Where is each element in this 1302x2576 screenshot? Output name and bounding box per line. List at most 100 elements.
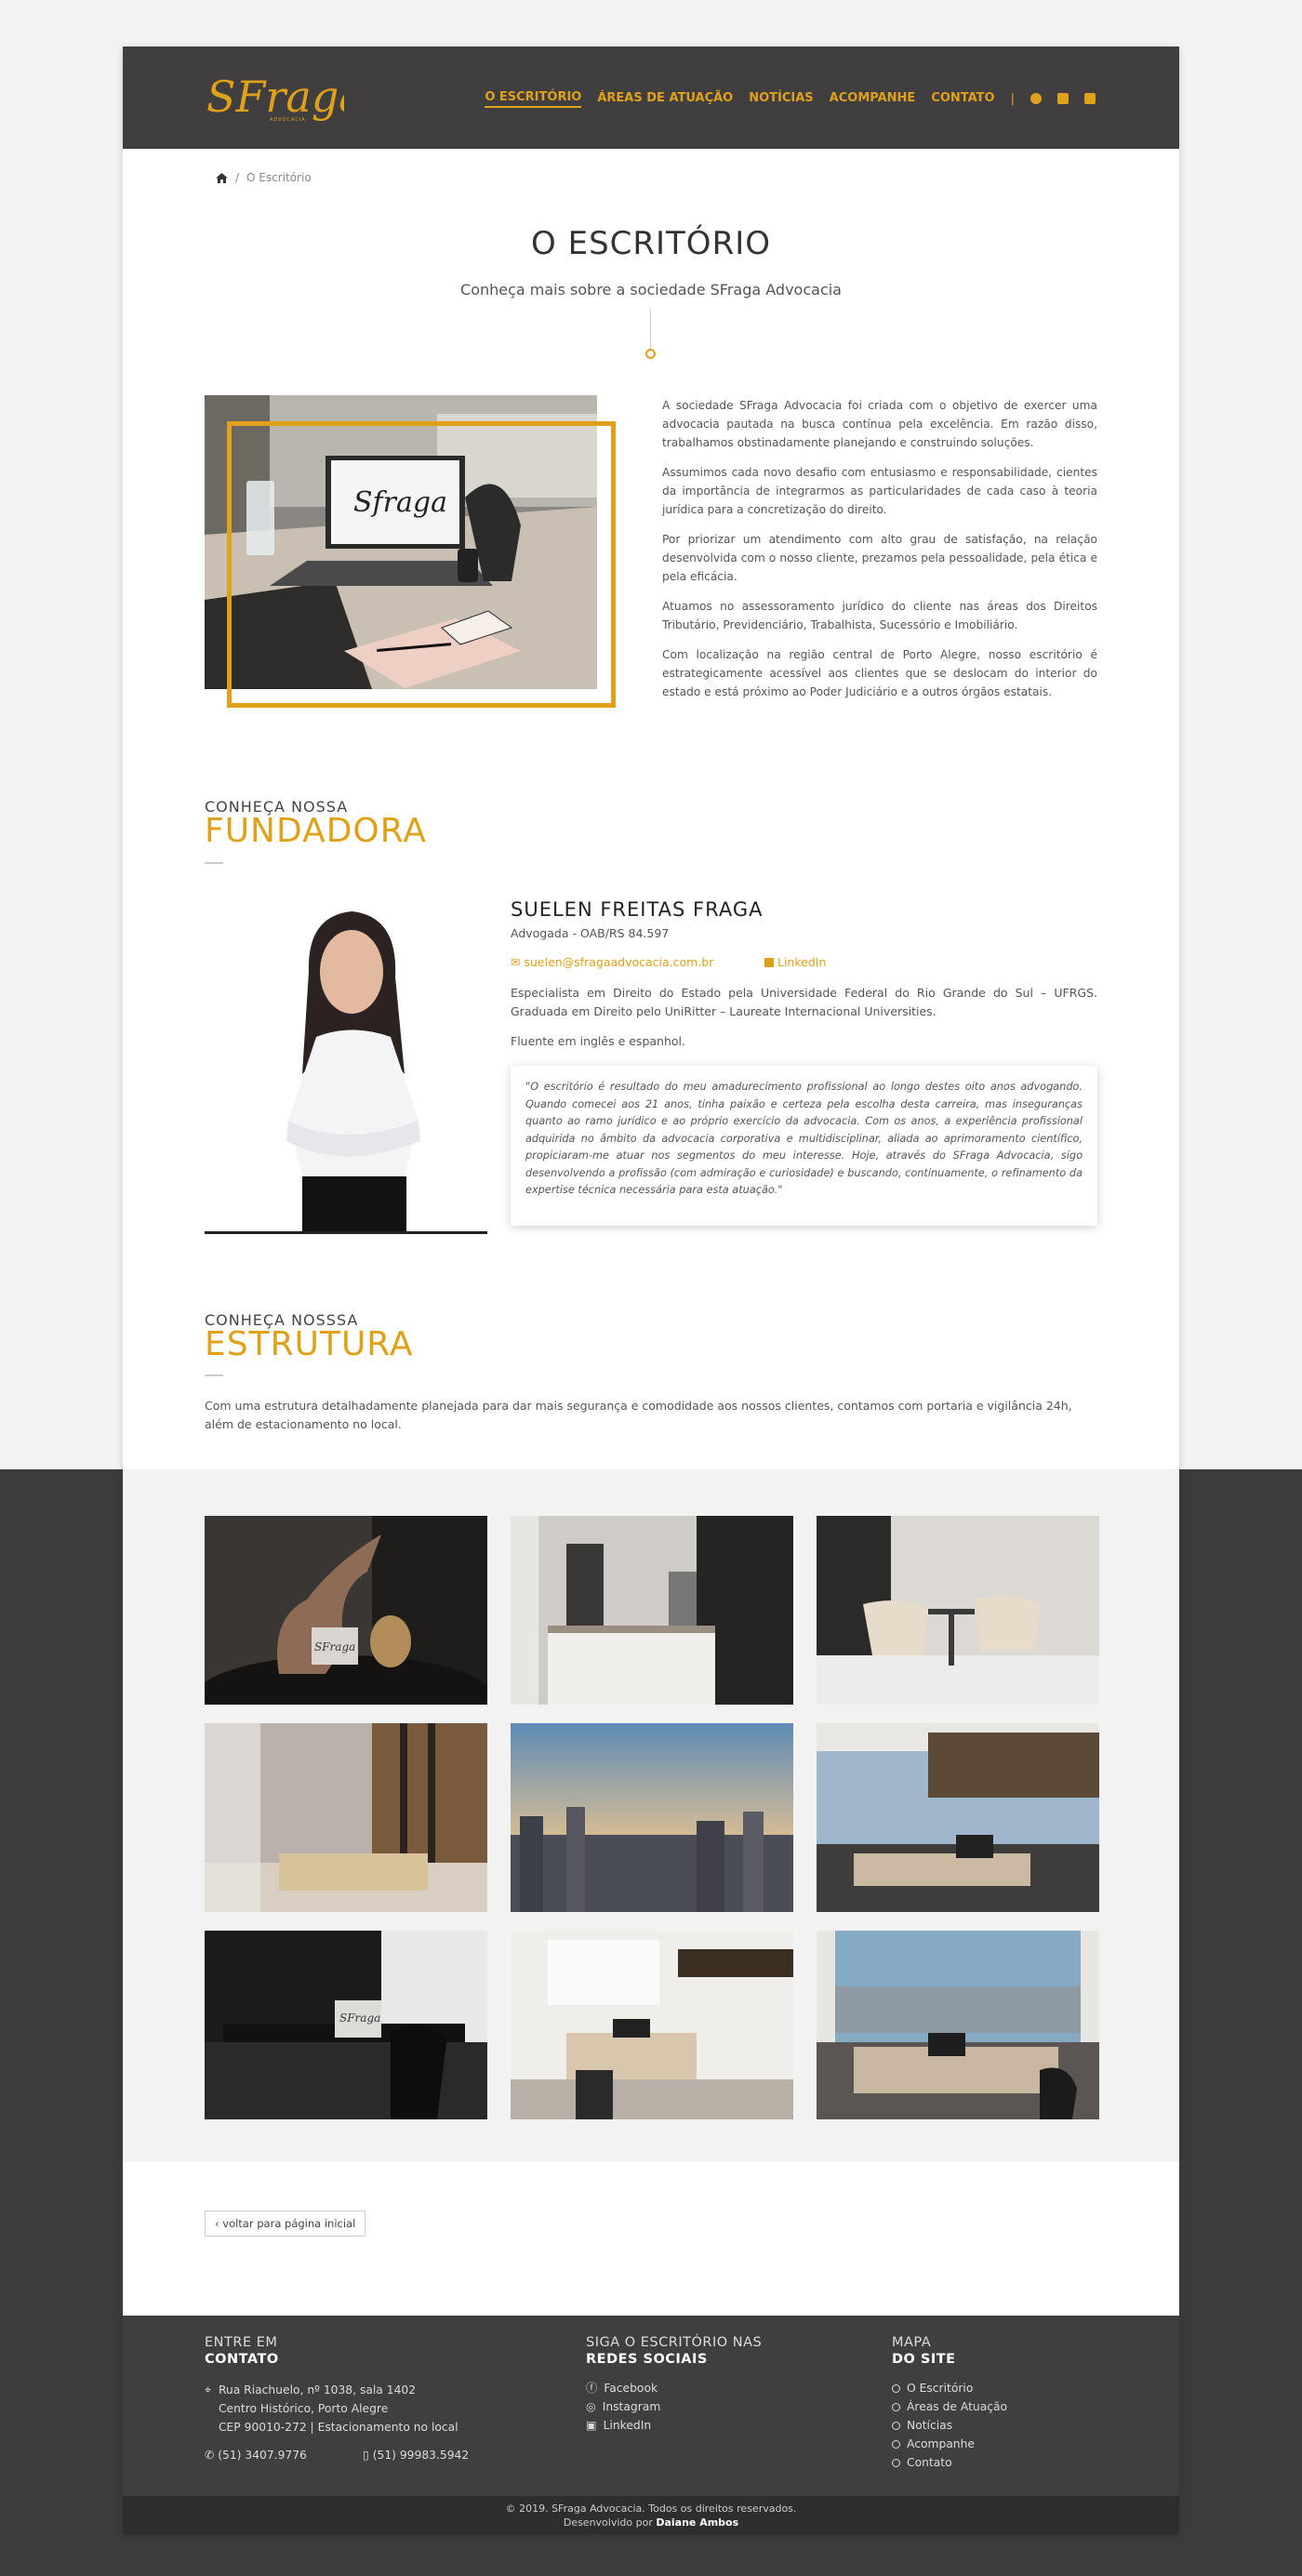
footer-social-links: ⓕ Facebook ◎ Instagram ▣ LinkedIn bbox=[586, 2379, 660, 2435]
founder-linkedin-link[interactable]: LinkedIn bbox=[764, 955, 826, 969]
chevron-left-icon: ‹ bbox=[215, 2217, 219, 2230]
footer-contact-heading-big: CONTATO bbox=[205, 2352, 279, 2367]
linkedin-icon bbox=[764, 958, 774, 967]
linkedin-icon[interactable] bbox=[1084, 93, 1096, 104]
developer-link[interactable]: Daiane Ambos bbox=[656, 2516, 738, 2529]
svg-text:SFraga: SFraga bbox=[206, 72, 344, 122]
about-paragraph: A sociedade SFraga Advocacia foi criada … bbox=[662, 399, 1097, 449]
map-marker-icon: ⌖ bbox=[205, 2383, 211, 2397]
address-line: Rua Riachuelo, nº 1038, sala 1402 bbox=[218, 2383, 417, 2397]
about-paragraph: Com localização na região central de Por… bbox=[662, 648, 1097, 698]
about-paragraph: Assumimos cada novo desafio com entusias… bbox=[662, 466, 1097, 516]
sitemap-link-contato[interactable]: Contato bbox=[892, 2453, 1007, 2472]
gallery-photo-office-view[interactable] bbox=[817, 1931, 1099, 2119]
footer-contact-heading-small: ENTRE EM bbox=[205, 2335, 278, 2350]
phone-number: (51) 3407.9776 bbox=[218, 2449, 307, 2462]
gallery-photo-office-bookshelf[interactable] bbox=[511, 1931, 793, 2119]
footer-contact-heading: ENTRE EM CONTATO bbox=[205, 2334, 279, 2368]
footer-mobile[interactable]: ▯ (51) 99983.5942 bbox=[363, 2446, 469, 2464]
developer-prefix: Desenvolvido por bbox=[563, 2516, 653, 2529]
about-paragraph: Por priorizar um atendimento com alto gr… bbox=[662, 533, 1097, 583]
gallery-photo-city-sunset[interactable] bbox=[511, 1723, 793, 1912]
founder-photo-underline bbox=[205, 1231, 487, 1234]
instagram-icon: ◎ bbox=[586, 2400, 596, 2413]
main-nav: O ESCRITÓRIO ÁREAS DE ATUAÇÃO NOTÍCIAS A… bbox=[485, 89, 1096, 108]
site-logo[interactable]: SFraga ADVOCACIA bbox=[205, 63, 344, 134]
sitemap-link-label: Áreas de Atuação bbox=[907, 2400, 1008, 2413]
circle-icon bbox=[892, 2439, 900, 2449]
nav-escritorio[interactable]: O ESCRITÓRIO bbox=[485, 89, 582, 108]
circle-icon bbox=[892, 2402, 900, 2411]
founder-heading: FUNDADORA bbox=[205, 812, 427, 850]
facebook-icon: ⓕ bbox=[586, 2382, 598, 2395]
nav-areas-de-atuacao[interactable]: ÁREAS DE ATUAÇÃO bbox=[597, 90, 733, 107]
sitemap-link-escritorio[interactable]: O Escritório bbox=[892, 2379, 1007, 2397]
site-footer: ENTRE EM CONTATO ⌖ Rua Riachuelo, nº 103… bbox=[123, 2316, 1179, 2496]
social-link-label: LinkedIn bbox=[603, 2419, 652, 2432]
phone-icon: ✆ bbox=[205, 2449, 215, 2462]
footer-phone[interactable]: ✆ (51) 3407.9776 bbox=[205, 2446, 307, 2464]
gallery-photo-sculpture[interactable]: SFraga bbox=[205, 1516, 487, 1705]
page-title: O ESCRITÓRIO bbox=[531, 225, 771, 262]
founder-description: Especialista em Direito do Estado pela U… bbox=[511, 984, 1097, 1051]
page-subtitle: Conheça mais sobre a sociedade SFraga Ad… bbox=[460, 281, 842, 299]
address-line: CEP 90010-272 | Estacionamento no local bbox=[218, 2421, 458, 2434]
footer-sitemap-heading: MAPA DO SITE bbox=[892, 2334, 956, 2368]
structure-gallery: SFraga SFraga bbox=[123, 1469, 1179, 2162]
founder-email: suelen@sfragaadvocacia.com.br bbox=[524, 955, 714, 969]
mobile-icon: ▯ bbox=[363, 2449, 369, 2462]
site-header: SFraga ADVOCACIA O ESCRITÓRIO ÁREAS DE A… bbox=[123, 46, 1179, 149]
footer-linkedin-link[interactable]: ▣ LinkedIn bbox=[586, 2416, 660, 2435]
founder-name: SUELEN FREITAS FRAGA bbox=[511, 898, 764, 921]
gallery-photo-hallway[interactable] bbox=[205, 1723, 487, 1912]
founder-education: Especialista em Direito do Estado pela U… bbox=[511, 986, 1097, 1018]
structure-text: Com uma estrutura detalhadamente planeja… bbox=[205, 1399, 1072, 1431]
founder-languages: Fluente em inglês e espanhol. bbox=[511, 1034, 685, 1048]
sitemap-link-label: Acompanhe bbox=[907, 2437, 975, 2450]
instagram-icon[interactable] bbox=[1057, 93, 1069, 104]
nav-acompanhe[interactable]: ACOMPANHE bbox=[830, 90, 916, 107]
footer-social-heading-small: SIGA O ESCRITÓRIO NAS bbox=[586, 2335, 763, 2350]
about-paragraph: Atuamos no assessoramento jurídico do cl… bbox=[662, 600, 1097, 631]
about-text: A sociedade SFraga Advocacia foi criada … bbox=[662, 396, 1097, 712]
sitemap-link-areas[interactable]: Áreas de Atuação bbox=[892, 2397, 1007, 2416]
nav-separator: | bbox=[1010, 91, 1015, 106]
decorative-divider-dot bbox=[645, 349, 656, 359]
footer-facebook-link[interactable]: ⓕ Facebook bbox=[586, 2379, 660, 2397]
gallery-photo-reception[interactable] bbox=[511, 1516, 793, 1705]
copyright-text: © 2019. SFraga Advocacia. Todos os direi… bbox=[505, 2503, 797, 2515]
developer-credit: Desenvolvido por Daiane Ambos bbox=[123, 2516, 1179, 2530]
circle-icon bbox=[892, 2458, 900, 2467]
linkedin-icon: ▣ bbox=[586, 2419, 597, 2432]
gallery-photo-desk-dark[interactable]: SFraga bbox=[205, 1931, 487, 2119]
sitemap-link-label: O Escritório bbox=[907, 2382, 974, 2395]
sitemap-link-acompanhe[interactable]: Acompanhe bbox=[892, 2435, 1007, 2453]
heading-underline bbox=[205, 862, 223, 864]
social-link-label: Instagram bbox=[602, 2400, 661, 2413]
founder-photo bbox=[205, 897, 487, 1232]
structure-heading: ESTRUTURA bbox=[205, 1325, 414, 1363]
footer-social-heading-big: REDES SOCIAIS bbox=[586, 2352, 708, 2367]
sitemap-link-noticias[interactable]: Notícias bbox=[892, 2416, 1007, 2435]
facebook-icon[interactable] bbox=[1030, 93, 1042, 104]
svg-text:ADVOCACIA: ADVOCACIA bbox=[270, 117, 306, 123]
home-icon[interactable] bbox=[216, 172, 228, 183]
circle-icon bbox=[892, 2421, 900, 2430]
founder-email-link[interactable]: ✉ suelen@sfragaadvocacia.com.br bbox=[511, 955, 713, 969]
footer-sitemap-heading-big: DO SITE bbox=[892, 2352, 956, 2367]
footer-sitemap-heading-small: MAPA bbox=[892, 2335, 932, 2350]
nav-noticias[interactable]: NOTÍCIAS bbox=[749, 90, 813, 107]
founder-linkedin: LinkedIn bbox=[777, 955, 827, 969]
page-container: SFraga ADVOCACIA O ESCRITÓRIO ÁREAS DE A… bbox=[123, 46, 1179, 2534]
nav-contato[interactable]: CONTATO bbox=[931, 90, 994, 107]
social-link-label: Facebook bbox=[604, 2382, 658, 2395]
back-button-label: voltar para página inicial bbox=[222, 2217, 356, 2230]
mobile-number: (51) 99983.5942 bbox=[372, 2449, 470, 2462]
photo-accent-frame bbox=[227, 421, 616, 708]
footer-social-heading: SIGA O ESCRITÓRIO NAS REDES SOCIAIS bbox=[586, 2334, 762, 2368]
back-to-home-button[interactable]: ‹ voltar para página inicial bbox=[205, 2211, 366, 2237]
sitemap-link-label: Contato bbox=[907, 2456, 952, 2469]
gallery-photo-meeting-chairs[interactable] bbox=[817, 1516, 1099, 1705]
gallery-photo-office-window[interactable] bbox=[817, 1723, 1099, 1912]
footer-instagram-link[interactable]: ◎ Instagram bbox=[586, 2397, 660, 2416]
